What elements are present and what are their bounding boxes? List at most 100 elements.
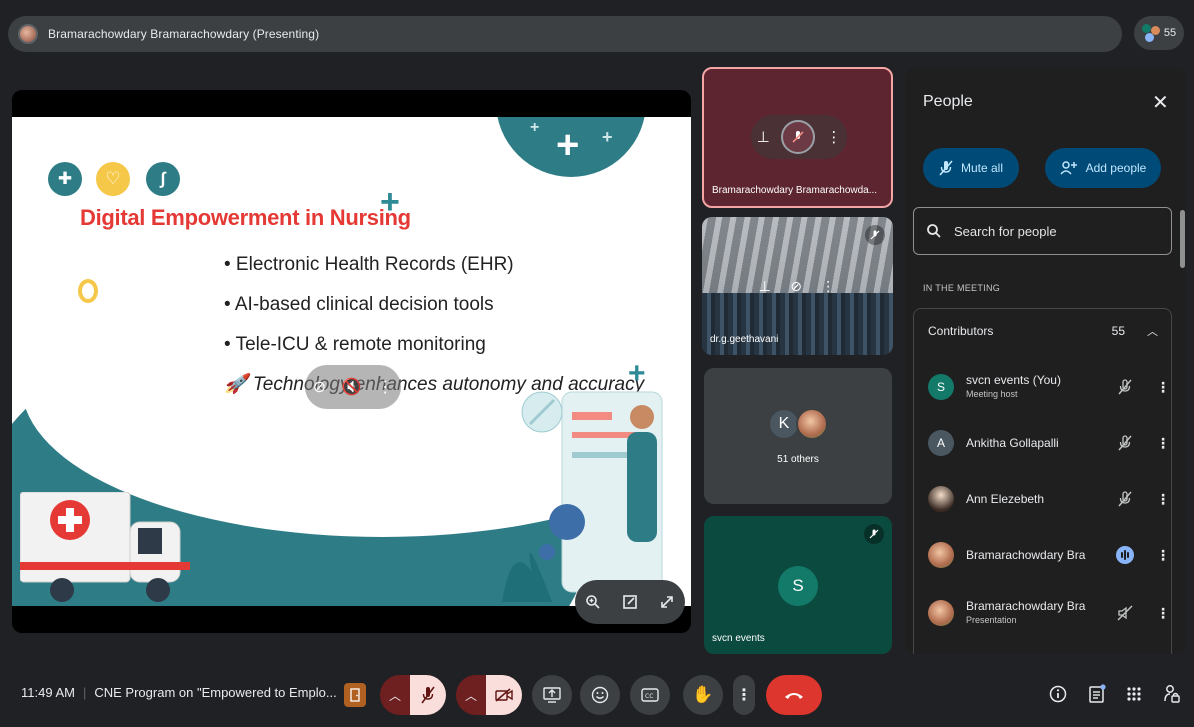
mute-volume-icon[interactable]: 🔇 xyxy=(342,377,362,397)
more-options-icon[interactable]: ⋮ xyxy=(821,278,835,295)
pin-icon[interactable]: ⊥ xyxy=(757,128,770,146)
pop-out-icon xyxy=(623,595,637,609)
more-options-icon[interactable]: ⋮ xyxy=(1156,435,1170,452)
section-label: IN THE MEETING xyxy=(923,283,1001,293)
slide: + + + ✚ ♡ ∫ + Digital Empowerment in Nur… xyxy=(12,117,691,606)
search-input[interactable] xyxy=(954,223,1154,239)
avatar xyxy=(928,600,954,626)
zoom-in-button[interactable] xyxy=(579,588,607,616)
participant-name: Bramarachowdary Bra... xyxy=(966,599,1086,613)
avatar: S xyxy=(778,566,818,606)
mic-off-button[interactable] xyxy=(410,675,446,715)
tile-controls[interactable]: ⊥ ⋮ xyxy=(751,115,847,159)
contributors-header[interactable]: Contributors 55 ︿ xyxy=(928,323,1158,339)
camera-off-button[interactable] xyxy=(486,675,522,715)
chat-icon xyxy=(1089,684,1106,703)
presentation-overlay-controls[interactable]: ⊘ 🔇 ⋮ xyxy=(305,365,401,409)
camera-off-icon xyxy=(495,688,513,702)
clock-time: 11:49 AM xyxy=(21,685,75,700)
more-options-icon[interactable]: ⋮ xyxy=(1156,491,1170,508)
avatar xyxy=(928,542,954,568)
mic-off-icon[interactable] xyxy=(1116,490,1134,508)
separator: | xyxy=(82,685,87,700)
more-options-icon[interactable]: ⋮ xyxy=(1156,547,1170,564)
self-tile[interactable]: S svcn events xyxy=(704,516,892,654)
chevron-up-icon[interactable]: ︿ xyxy=(1147,323,1158,339)
volume-off-icon[interactable] xyxy=(1116,604,1134,622)
presenter-avatar xyxy=(18,24,38,44)
close-icon[interactable]: ✕ xyxy=(1152,90,1169,115)
participant-info: svcn events (You) Meeting host xyxy=(966,373,1086,401)
camera-control[interactable]: ︿ xyxy=(456,675,522,715)
end-call-icon xyxy=(785,693,803,699)
lock-person-icon xyxy=(1164,685,1180,703)
participant-info: Bramarachowdary Bra... Presentation xyxy=(966,599,1086,627)
more-options-icon[interactable]: ⋮ xyxy=(1156,379,1170,396)
pop-out-button[interactable] xyxy=(616,588,644,616)
chevron-up-icon[interactable]: ︿ xyxy=(380,675,410,715)
more-options-button[interactable]: ⋮ xyxy=(733,675,755,715)
door-icon[interactable] xyxy=(344,683,366,707)
participant-name: Bramarachowdary Bra... xyxy=(966,548,1086,562)
fullscreen-button[interactable] xyxy=(653,588,681,616)
pin-icon[interactable]: ⊥ xyxy=(759,278,771,295)
participant-name: svcn events (You) xyxy=(966,373,1061,387)
tile-name: Bramarachowdary Bramarachowda... xyxy=(712,185,878,196)
add-people-button[interactable]: Add people xyxy=(1045,148,1161,188)
mic-off-icon xyxy=(939,160,953,176)
ring-decoration xyxy=(78,279,98,303)
avatar: A xyxy=(928,430,954,456)
raise-hand-button[interactable]: ✋ xyxy=(683,675,723,715)
hand-icon: ✋ xyxy=(692,685,714,704)
unpin-icon[interactable]: ⊘ xyxy=(313,377,326,397)
present-icon xyxy=(543,687,561,703)
participant-row[interactable]: S svcn events (You) Meeting host ⋮ xyxy=(928,367,1170,407)
mic-off-icon[interactable] xyxy=(1116,434,1134,452)
mic-off-icon[interactable] xyxy=(1116,378,1134,396)
chevron-up-icon[interactable]: ︿ xyxy=(456,675,486,715)
mute-all-button[interactable]: Mute all xyxy=(923,148,1019,188)
captions-icon: CC xyxy=(641,688,659,702)
participant-count-button[interactable]: 55 xyxy=(1134,16,1184,50)
participant-row[interactable]: Bramarachowdary Bra... Presentation ⋮ xyxy=(928,593,1170,633)
svg-text:CC: CC xyxy=(645,693,653,700)
lungs-icon: ♡ xyxy=(96,162,130,196)
participant-row[interactable]: A Ankitha Gollapalli ⋮ xyxy=(928,423,1170,463)
emoji-icon xyxy=(591,686,609,704)
muted-mic-icon: ⊘ xyxy=(790,277,802,294)
people-panel: People ✕ Mute all Add people IN THE MEET… xyxy=(905,68,1186,654)
meeting-info: 11:49 AM | CNE Program on "Empowered to Em… xyxy=(21,685,337,700)
captions-button[interactable]: CC xyxy=(630,675,670,715)
participant-row[interactable]: Bramarachowdary Bra... ⋮ xyxy=(928,535,1170,575)
participant-name: Ann Elezebeth xyxy=(966,492,1045,506)
activities-button[interactable] xyxy=(1122,682,1146,706)
presenter-tile[interactable]: ⊥ ⋮ Bramarachowdary Bramarachowda... xyxy=(702,67,893,208)
more-options-icon[interactable]: ⋮ xyxy=(1156,605,1170,622)
info-icon xyxy=(1049,685,1067,703)
participant-row[interactable]: Ann Elezebeth ⋮ xyxy=(928,479,1170,519)
meeting-details-button[interactable] xyxy=(1046,682,1070,706)
present-screen-button[interactable] xyxy=(532,675,572,715)
others-tile[interactable]: K 51 others xyxy=(704,368,892,504)
room-video-tile[interactable]: ⊥ ⊘ ⋮ dr.g.geethavani xyxy=(702,217,893,355)
more-options-icon[interactable]: ⋮ xyxy=(826,128,841,146)
more-options-icon[interactable]: ⋮ xyxy=(377,377,393,397)
host-controls-button[interactable] xyxy=(1160,682,1184,706)
scrollbar[interactable] xyxy=(1180,210,1185,268)
leave-call-button[interactable] xyxy=(766,675,822,715)
participant-info: Bramarachowdary Bra... xyxy=(966,548,1086,562)
reactions-button[interactable] xyxy=(580,675,620,715)
tile-controls[interactable]: ⊥ ⊘ ⋮ xyxy=(749,267,845,305)
search-people-field[interactable] xyxy=(913,207,1172,255)
muted-mic-icon xyxy=(781,120,816,154)
presentation-banner[interactable]: Bramarachowdary Bramarachowdary (Present… xyxy=(8,16,1122,52)
contributors-label: Contributors xyxy=(928,324,994,338)
microphone-control[interactable]: ︿ xyxy=(380,675,446,715)
others-avatars: K xyxy=(768,408,828,440)
slide-title: Digital Empowerment in Nursing xyxy=(80,205,411,230)
chat-button[interactable] xyxy=(1085,682,1109,706)
bullet-item: • Tele-ICU & remote monitoring xyxy=(224,334,486,355)
participant-info: Ann Elezebeth xyxy=(966,492,1086,506)
meeting-title: CNE Program on "Empowered to Emplo... xyxy=(94,685,337,700)
zoom-controls xyxy=(575,580,685,624)
